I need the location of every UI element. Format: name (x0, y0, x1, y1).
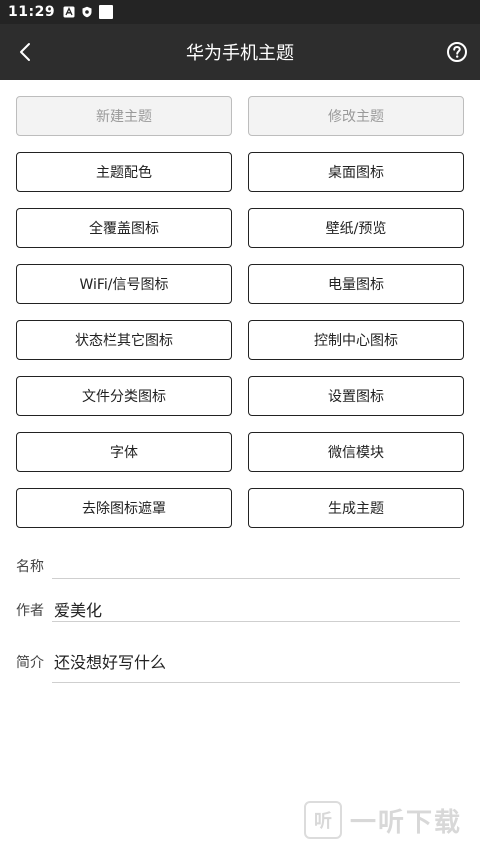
page-title: 华为手机主题 (186, 43, 294, 64)
author-field: 作者 爱美化 (16, 596, 460, 624)
author-input[interactable]: 爱美化 (54, 597, 460, 621)
help-icon (447, 42, 467, 62)
back-arrow-icon (20, 43, 30, 61)
status-bar: 11:29 (0, 0, 480, 24)
name-input[interactable] (54, 554, 460, 576)
app-bar: 华为手机主题 (0, 24, 480, 80)
new-theme-button[interactable]: 新建主题 (16, 96, 232, 136)
wechat-module-button[interactable]: 微信模块 (248, 432, 464, 472)
full-cover-icons-button[interactable]: 全覆盖图标 (16, 208, 232, 248)
theme-color-button[interactable]: 主题配色 (16, 152, 232, 192)
a-notification-icon (63, 6, 75, 18)
intro-field: 简介 还没想好写什么 (16, 648, 460, 684)
back-button[interactable] (12, 38, 40, 66)
desktop-icons-button[interactable]: 桌面图标 (248, 152, 464, 192)
remove-icon-mask-button[interactable]: 去除图标遮罩 (16, 488, 232, 528)
control-center-icons-button[interactable]: 控制中心图标 (248, 320, 464, 360)
name-label: 名称 (16, 559, 44, 575)
battery-icons-button[interactable]: 电量图标 (248, 264, 464, 304)
intro-underline (52, 682, 460, 683)
status-icons (63, 5, 114, 19)
author-label: 作者 (16, 603, 44, 619)
watermark: 听 一听下载 (303, 801, 462, 839)
intro-input[interactable]: 还没想好写什么 (54, 649, 460, 673)
square-notification-icon (99, 5, 114, 19)
watermark-logo-icon: 听 (303, 801, 342, 839)
author-underline (52, 621, 460, 622)
shield-icon (81, 6, 93, 18)
intro-label: 简介 (16, 655, 44, 671)
action-button-grid: 新建主题 修改主题 主题配色 桌面图标 全覆盖图标 壁纸/预览 WiFi/信号图… (16, 96, 464, 528)
wallpaper-preview-button[interactable]: 壁纸/预览 (248, 208, 464, 248)
status-time: 11:29 (8, 4, 56, 20)
name-field: 名称 (16, 552, 460, 580)
generate-theme-button[interactable]: 生成主题 (248, 488, 464, 528)
name-underline (52, 578, 460, 579)
font-button[interactable]: 字体 (16, 432, 232, 472)
help-button[interactable] (446, 41, 468, 63)
settings-icons-button[interactable]: 设置图标 (248, 376, 464, 416)
statusbar-other-icons-button[interactable]: 状态栏其它图标 (16, 320, 232, 360)
watermark-text: 一听下载 (349, 807, 462, 838)
wifi-signal-icons-button[interactable]: WiFi/信号图标 (16, 264, 232, 304)
edit-theme-button[interactable]: 修改主题 (248, 96, 464, 136)
file-category-icons-button[interactable]: 文件分类图标 (16, 376, 232, 416)
